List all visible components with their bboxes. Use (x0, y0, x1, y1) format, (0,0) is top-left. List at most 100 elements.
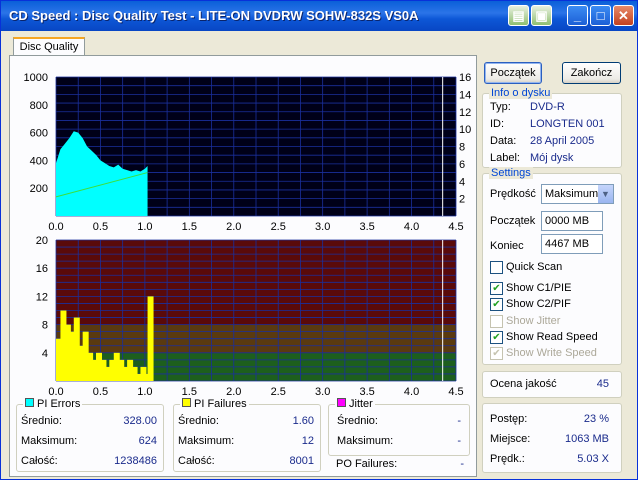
speed-y-tick: 14 (459, 89, 471, 101)
pif-x-tick: 3.5 (359, 386, 374, 396)
show-c1-label: Show C1/PIE (506, 282, 572, 294)
pif-x-tick: 2.5 (271, 386, 286, 396)
speed-y-tick: 2 (459, 194, 465, 206)
pif-y-tick: 12 (36, 291, 48, 303)
quick-scan-checkbox[interactable] (490, 261, 503, 274)
save-icon[interactable]: ▣ (531, 5, 552, 26)
pif-bar (147, 296, 154, 381)
disc-type-value: DVD-R (530, 101, 565, 113)
pi-errors-max-value: 624 (138, 435, 157, 447)
close-button[interactable]: ✕ (613, 5, 634, 26)
disc-label-label: Label: (490, 152, 520, 164)
start-button[interactable]: Początek (484, 62, 542, 84)
pif-x-tick: 4.5 (448, 386, 463, 396)
disc-info-group: Info o dysku Typ: DVD-R ID: LONGTEN 001 … (482, 87, 622, 168)
pie-y-tick: 200 (30, 183, 48, 195)
speed-label: Prędkość (490, 188, 536, 200)
pie-x-tick: 3.5 (359, 221, 374, 233)
quality-score-value: 45 (596, 378, 609, 390)
pie-y-tick: 1000 (24, 72, 48, 84)
pie-x-tick: 2.0 (226, 221, 241, 233)
pif-y-tick: 16 (36, 263, 48, 275)
disc-date-label: Data: (490, 135, 517, 147)
position-value: 1063 MB (564, 433, 609, 445)
po-failures-value: - (460, 458, 464, 470)
pif-x-tick: 2.0 (226, 386, 241, 396)
show-write-checkbox[interactable]: ✔ (490, 347, 503, 360)
pi-failures-avg-value: 1.60 (292, 415, 314, 427)
disc-date-value: 28 April 2005 (530, 135, 595, 147)
pi-failures-max-value: 12 (301, 435, 314, 447)
show-read-checkbox[interactable]: ✔ (490, 331, 503, 344)
speed-y-tick: 16 (459, 72, 471, 84)
pif-y-tick: 20 (36, 235, 48, 247)
pi-errors-total-label: Całość: (21, 455, 58, 467)
pif-x-tick: 3.0 (315, 386, 330, 396)
disc-quality-panel: 1000 800 600 400 200 16 14 12 10 8 6 4 2 0.0 0.5 1.0 1.5… (9, 55, 477, 477)
pi-errors-avg-value: 328.00 (123, 415, 157, 427)
show-jitter-label: Show Jitter (506, 315, 561, 327)
title-bar: CD Speed : Disc Quality Test - LITE-ON D… (1, 1, 637, 31)
disc-id-value: LONGTEN 001 (530, 118, 605, 130)
pif-x-tick: 0.5 (93, 386, 108, 396)
pie-x-tick: 0.5 (93, 221, 108, 233)
window-title: CD Speed : Disc Quality Test - LITE-ON D… (9, 8, 419, 23)
pie-x-tick: 1.5 (182, 221, 197, 233)
quick-scan-label: Quick Scan (506, 261, 563, 273)
end-mb-label: Koniec (490, 240, 524, 252)
speed-select-value: Maksimum (545, 188, 599, 200)
current-speed-value: 5.03 X (577, 453, 609, 465)
start-mb-label: Początek (490, 215, 536, 227)
copy-icon[interactable]: ▤ (508, 5, 529, 26)
application-window: CD Speed : Disc Quality Test - LITE-ON D… (0, 0, 638, 480)
pi-failures-group: PI Failures Średnio: 1.60 Maksimum: 12 C… (173, 398, 321, 472)
start-mb-input[interactable]: 0000 MB (541, 211, 603, 231)
pif-x-tick: 1.5 (182, 386, 197, 396)
pi-errors-avg-label: Średnio: (21, 415, 62, 427)
minimize-button[interactable]: _ (567, 5, 588, 26)
chevron-down-icon[interactable]: ▼ (598, 185, 613, 203)
current-speed-label: Prędk.: (490, 453, 525, 465)
jitter-avg-value: - (457, 415, 461, 427)
pi-failures-total-label: Całość: (178, 455, 215, 467)
pif-x-tick: 4.0 (404, 386, 419, 396)
pie-y-tick: 600 (30, 128, 48, 140)
show-read-label: Show Read Speed (506, 331, 598, 343)
progress-value: 23 % (583, 413, 609, 425)
pi-failures-avg-label: Średnio: (178, 415, 219, 427)
show-c2-checkbox[interactable]: ✔ (490, 298, 503, 311)
tab-disc-quality[interactable]: Disc Quality (13, 37, 85, 57)
disc-info-legend: Info o dysku (489, 87, 553, 99)
exit-button[interactable]: Zakończ (562, 62, 621, 84)
settings-legend: Settings (489, 167, 533, 179)
pi-errors-max-label: Maksimum: (21, 435, 78, 447)
charts-area: 1000 800 600 400 200 16 14 12 10 8 6 4 2 0.0 0.5 1.0 1.5… (24, 72, 472, 396)
show-c2-label: Show C2/PIF (506, 298, 571, 310)
pie-y-tick: 400 (30, 155, 48, 167)
pif-x-tick: 0.0 (48, 386, 63, 396)
speed-y-tick: 12 (459, 107, 471, 119)
pie-x-tick: 4.5 (448, 221, 463, 233)
jitter-group: Jitter Średnio: - Maksimum: - (328, 398, 470, 456)
pie-x-tick: 3.0 (315, 221, 330, 233)
progress-group: Postęp: 23 % Miejsce: 1063 MB Prędk.: 5.… (482, 403, 622, 473)
jitter-swatch (337, 398, 346, 407)
pie-y-tick: 800 (30, 100, 48, 112)
pi-errors-legend: PI Errors (37, 398, 81, 410)
speed-y-tick: 4 (459, 176, 465, 188)
disc-id-label: ID: (490, 118, 505, 130)
show-c1-checkbox[interactable]: ✔ (490, 282, 503, 295)
pif-y-tick: 4 (42, 348, 48, 360)
quality-score-group: Ocena jakość 45 (482, 371, 622, 398)
quality-score-label: Ocena jakość (490, 378, 557, 390)
show-jitter-checkbox[interactable] (490, 315, 503, 328)
speed-y-tick: 6 (459, 159, 465, 171)
disc-type-label: Typ: (490, 101, 511, 113)
maximize-button[interactable]: □ (590, 5, 611, 26)
speed-y-tick: 8 (459, 142, 465, 154)
end-mb-input[interactable]: 4467 MB (541, 234, 603, 254)
jitter-max-value: - (457, 435, 461, 447)
pie-x-tick: 1.0 (137, 221, 152, 233)
pif-y-tick: 8 (42, 320, 48, 332)
speed-select[interactable]: Maksimum ▼ (541, 184, 614, 204)
